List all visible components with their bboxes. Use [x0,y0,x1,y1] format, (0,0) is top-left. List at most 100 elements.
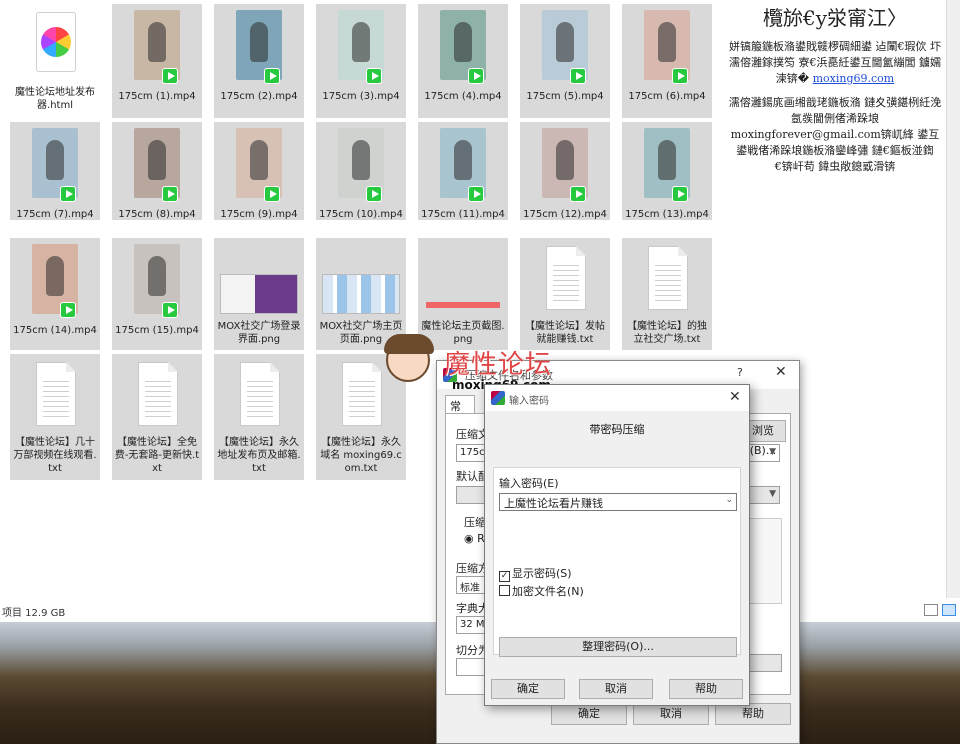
file-tile[interactable]: MOX社交广场登录界面.png [214,238,304,350]
video-play-icon [264,68,280,84]
file-tile[interactable]: 175cm (12).mp4 [520,122,610,220]
file-name: 175cm (11).mp4 [421,209,505,220]
chevron-down-icon: ⌄ [725,495,733,505]
large-icons-view-icon[interactable] [942,604,956,616]
file-tile[interactable]: 175cm (10).mp4 [316,122,406,220]
organize-passwords-button[interactable]: 整理密码(O)... [499,637,737,657]
preview-link[interactable]: moxing69.com [813,72,895,85]
file-tile[interactable]: 175cm (8).mp4 [112,122,202,220]
video-play-icon [672,68,688,84]
text-file-icon [240,362,280,426]
tab-general[interactable]: 常规 [445,395,475,429]
file-tile[interactable]: 魔性论坛主页截图.png [418,238,508,350]
video-play-icon [162,68,178,84]
text-file-icon [546,246,586,310]
video-play-icon [366,186,382,202]
chevron-down-icon: ▼ [769,489,776,499]
video-play-icon [162,302,178,318]
file-tile[interactable]: 【魔性论坛】几十万部视频在线观看.txt [10,354,100,480]
image-thumbnail [322,274,400,314]
help-button[interactable]: 帮助 [669,679,743,699]
file-name: MOX社交广场登录界面.png [217,321,301,345]
video-play-icon [468,186,484,202]
password-input[interactable]: 上魔性论坛看片赚钱 ⌄ [499,493,737,511]
file-tile[interactable]: 175cm (13).mp4 [622,122,712,220]
watermark-title: 魔性论坛 [444,350,553,380]
video-play-icon [162,186,178,202]
preview-paragraph-2: 濡傛灉鍚庣画缃戠珯鍦板潃 鏈夊彉鍖栵紝浼氬彂閫侀偖浠跺埌 moxingforev… [728,96,942,173]
text-file-icon [36,362,76,426]
file-tile[interactable]: 175cm (3).mp4 [316,4,406,118]
close-icon[interactable]: ✕ [729,389,741,405]
details-view-icon[interactable] [924,604,938,616]
file-tile[interactable]: 175cm (1).mp4 [112,4,202,118]
preview-title: 欖旀€y泶甯江〉 [762,6,908,30]
file-tile[interactable]: 175cm (4).mp4 [418,4,508,118]
password-heading: 带密码压缩 [589,423,645,436]
file-name: 【魔性论坛】全免费-无套路-更新快.txt [114,437,200,474]
file-tile[interactable]: 【魔性论坛】全免费-无套路-更新快.txt [112,354,202,480]
file-name: 175cm (1).mp4 [118,91,196,102]
password-input-label: 输入密码(E) [499,477,559,490]
dialog-title: 输入密码 [509,396,549,407]
file-tile[interactable]: 175cm (2).mp4 [214,4,304,118]
file-name: 175cm (7).mp4 [16,209,94,220]
help-button[interactable]: 帮助 [715,703,791,725]
video-play-icon [672,186,688,202]
ok-button[interactable]: 确定 [551,703,627,725]
video-play-icon [264,186,280,202]
file-tile[interactable]: 【魔性论坛】发帖就能赚钱.txt [520,238,610,350]
text-file-icon [648,246,688,310]
file-name: 【魔性论坛】几十万部视频在线观看.txt [13,437,97,474]
video-play-icon [60,186,76,202]
image-thumbnail [220,274,298,314]
checkbox-unchecked-icon [499,585,510,596]
file-tile[interactable]: 175cm (7).mp4 [10,122,100,220]
close-icon[interactable]: ✕ [775,364,787,380]
image-thumbnail [426,302,500,308]
file-name: 175cm (9).mp4 [220,209,298,220]
file-name: 【魔性论坛】发帖就能赚钱.txt [525,321,605,345]
file-tile[interactable]: 【魔性论坛】的独立社交广场.txt [622,238,712,350]
scrollbar[interactable] [946,0,960,598]
show-password-checkbox[interactable]: ✓ 显示密码(S) [499,565,572,582]
file-tile[interactable]: 【魔性论坛】永久地址发布页及邮箱.txt [214,354,304,480]
file-tile[interactable]: 175cm (15).mp4 [112,238,202,350]
file-name: 175cm (5).mp4 [526,91,604,102]
file-name: 【魔性论坛】永久地址发布页及邮箱.txt [217,437,301,474]
file-tile[interactable]: 175cm (14).mp4 [10,238,100,350]
file-tile[interactable]: 175cm (5).mp4 [520,4,610,118]
cancel-button[interactable]: 取消 [579,679,653,699]
file-tile[interactable]: 175cm (6).mp4 [622,4,712,118]
file-tile[interactable]: MOX社交广场主页页面.png [316,238,406,350]
mascot-logo [384,334,434,382]
help-icon[interactable]: ? [737,366,743,379]
file-tile[interactable]: 175cm (11).mp4 [418,122,508,220]
file-name: 175cm (15).mp4 [115,325,199,336]
file-name: 175cm (13).mp4 [625,209,709,220]
file-name: 175cm (10).mp4 [319,209,403,220]
encrypt-filenames-checkbox[interactable]: 加密文件名(N) [499,583,584,599]
video-play-icon [570,68,586,84]
cancel-button[interactable]: 取消 [633,703,709,725]
status-text: 项目 12.9 GB [2,608,66,619]
checkbox-checked-icon: ✓ [499,571,510,582]
text-file-icon [138,362,178,426]
file-name: 175cm (6).mp4 [628,91,706,102]
file-name: 175cm (14).mp4 [13,325,97,336]
file-name: 【魔性论坛】永久域名 moxing69.com.txt [320,437,402,474]
ok-button[interactable]: 确定 [491,679,565,699]
html-file-icon [36,12,76,72]
video-play-icon [570,186,586,202]
file-name: 175cm (3).mp4 [322,91,400,102]
file-name: 175cm (2).mp4 [220,91,298,102]
video-play-icon [366,68,382,84]
archive-format-label: 压缩 [464,516,486,529]
file-tile[interactable]: 175cm (9).mp4 [214,122,304,220]
file-tile[interactable]: 魔性论坛地址发布器.html [10,4,100,118]
dialog-titlebar[interactable]: 输入密码 ✕ [485,385,749,411]
video-play-icon [468,68,484,84]
password-dialog: 输入密码 ✕ 带密码压缩 输入密码(E) 上魔性论坛看片赚钱 ⌄ ✓ 显示密码(S)… [484,384,750,706]
file-name: 175cm (4).mp4 [424,91,502,102]
winrar-icon [491,391,505,405]
